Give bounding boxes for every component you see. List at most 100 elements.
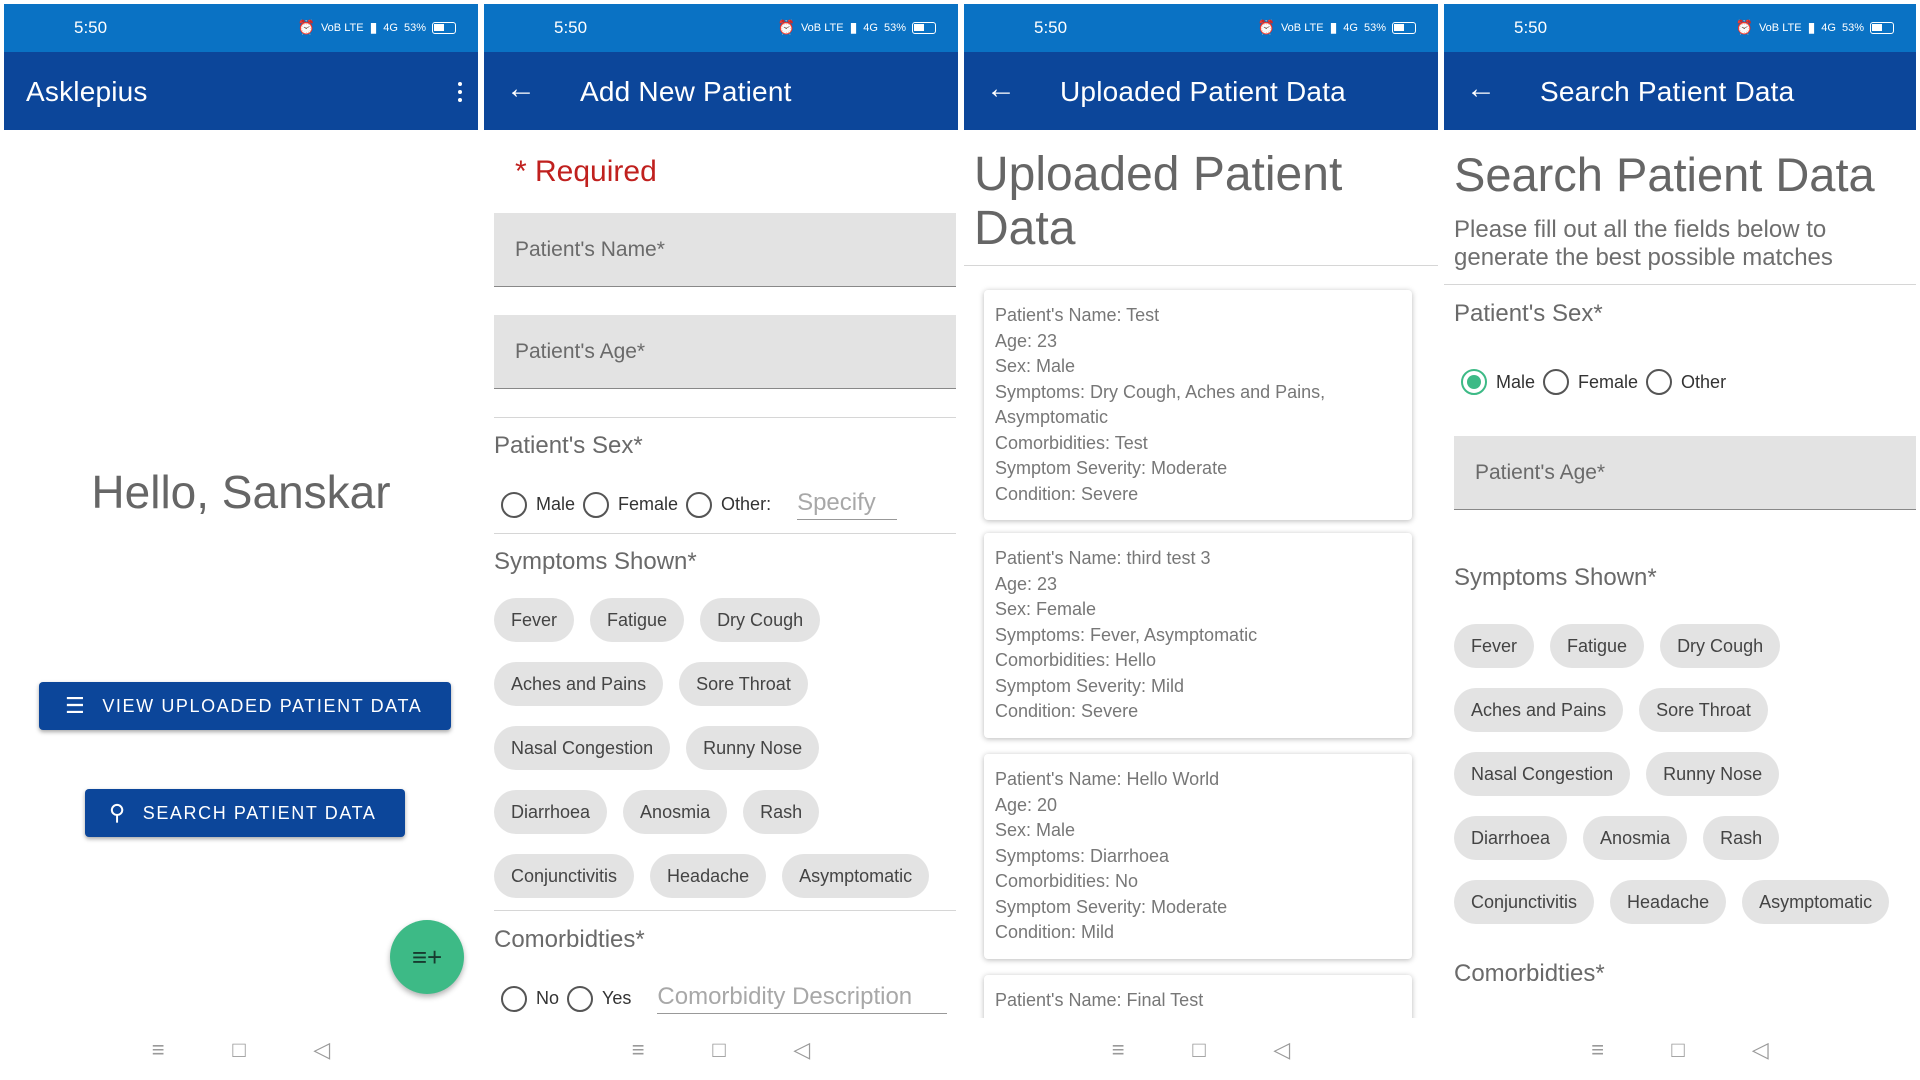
chip-row: Aches and Pains Sore Throat <box>494 662 954 706</box>
chip-row: Fever Fatigue Dry Cough <box>1454 624 1916 668</box>
chip-row: Nasal Congestion Runny Nose <box>1454 752 1916 796</box>
symptom-chip[interactable]: Dry Cough <box>1660 624 1781 668</box>
record-severity: Symptom Severity: Mild <box>995 675 1185 696</box>
symptom-chip[interactable]: Anosmia <box>623 790 728 834</box>
back-nav-icon[interactable]: ◁ <box>1752 1037 1769 1063</box>
symptom-chip[interactable]: Fever <box>1454 624 1535 668</box>
symptom-chip[interactable]: Rash <box>1703 816 1780 860</box>
symptom-chip[interactable]: Sore Throat <box>1639 688 1768 732</box>
symptom-chip[interactable]: Asymptomatic <box>1742 880 1890 924</box>
patient-record-card[interactable]: Patient's Name: third test 3 Age: 23 Sex… <box>984 533 1412 738</box>
back-arrow-icon[interactable]: ← <box>506 72 536 106</box>
signal-icon: ▮ <box>849 19 858 35</box>
network-4g-label: 4G <box>1821 21 1836 34</box>
view-uploaded-patient-data-button[interactable]: ☰ VIEW UPLOADED PATIENT DATA <box>39 682 451 730</box>
symptom-chip[interactable]: Diarrhoea <box>1454 816 1568 860</box>
sex-female-label: Female <box>1578 371 1639 392</box>
patient-age-field[interactable]: Patient's Age* <box>494 315 956 389</box>
sex-female-radio[interactable] <box>1543 369 1570 395</box>
required-note: * Required <box>515 155 657 188</box>
sex-female-radio[interactable] <box>583 491 610 518</box>
comorbidity-no-label: No <box>536 988 560 1008</box>
home-icon[interactable]: □ <box>232 1037 245 1063</box>
record-name: Patient's Name: Hello World <box>995 769 1220 789</box>
recents-icon[interactable]: ≡ <box>1591 1037 1604 1063</box>
symptom-chip[interactable]: Fatigue <box>1550 624 1645 668</box>
status-bar: 5:50 ⏰ VoB LTE ▮ 4G 53% <box>1444 4 1916 52</box>
chip-row: Conjunctivitis Headache Asymptomatic <box>494 854 954 898</box>
chip-row: Fever Fatigue Dry Cough <box>494 598 954 642</box>
patient-record-card[interactable]: Patient's Name: Hello World Age: 20 Sex:… <box>984 754 1412 959</box>
sex-specify-input[interactable]: Specify <box>797 489 898 520</box>
patient-name-field[interactable]: Patient's Name* <box>494 213 956 287</box>
alarm-icon: ⏰ <box>1735 19 1753 35</box>
sex-other-radio[interactable] <box>1646 369 1673 395</box>
record-comorbidities: Comorbidities: Test <box>995 432 1148 453</box>
record-comorbidities: Comorbidities: No <box>995 871 1139 891</box>
symptom-chip[interactable]: Runny Nose <box>1646 752 1780 796</box>
symptom-chip[interactable]: Aches and Pains <box>1454 688 1624 732</box>
home-icon[interactable]: □ <box>1192 1037 1205 1063</box>
patient-age-field[interactable]: Patient's Age* <box>1454 436 1916 510</box>
symptom-chip[interactable]: Asymptomatic <box>782 854 930 898</box>
symptom-chip[interactable]: Aches and Pains <box>494 662 664 706</box>
symptom-chip[interactable]: Fever <box>494 598 575 642</box>
system-nav-bar: ≡ □ ◁ <box>484 1020 958 1080</box>
add-patient-fab[interactable]: ≡+ <box>390 920 464 994</box>
view-button-label: VIEW UPLOADED PATIENT DATA <box>102 695 423 716</box>
home-icon[interactable]: □ <box>1671 1037 1684 1063</box>
symptom-chip[interactable]: Sore Throat <box>679 662 808 706</box>
heading-line: Uploaded Patient <box>974 148 1343 201</box>
symptom-chip[interactable]: Diarrhoea <box>494 790 608 834</box>
sex-male-radio[interactable] <box>1461 369 1487 395</box>
search-intro-text: Please fill out all the fields below to … <box>1454 216 1833 271</box>
overflow-menu-icon[interactable] <box>458 82 462 102</box>
back-arrow-icon[interactable]: ← <box>1466 72 1496 106</box>
recents-icon[interactable]: ≡ <box>632 1037 645 1063</box>
record-condition: Condition: Severe <box>995 483 1139 504</box>
app-bar: ← Add New Patient <box>484 52 958 130</box>
status-icons: ⏰ VoB LTE ▮ 4G 53% <box>1736 19 1894 36</box>
home-icon[interactable]: □ <box>712 1037 725 1063</box>
record-name: Patient's Name: third test 3 <box>995 548 1211 568</box>
back-nav-icon[interactable]: ◁ <box>1273 1037 1290 1063</box>
sex-male-radio[interactable] <box>501 491 527 518</box>
sex-other-radio[interactable] <box>686 491 713 518</box>
status-time: 5:50 <box>74 18 108 37</box>
comorbidity-no-radio[interactable] <box>501 985 527 1012</box>
heading-line: Data <box>974 202 1076 255</box>
app-title: Add New Patient <box>580 76 792 107</box>
alarm-icon: ⏰ <box>777 19 795 35</box>
search-patient-data-button[interactable]: ⚲ SEARCH PATIENT DATA <box>85 789 405 837</box>
symptom-chip[interactable]: Nasal Congestion <box>494 726 671 770</box>
symptom-chip[interactable]: Headache <box>650 854 767 898</box>
symptom-chip[interactable]: Runny Nose <box>686 726 820 770</box>
signal-icon: ▮ <box>1807 19 1816 35</box>
comorbidity-description-input[interactable]: Comorbidity Description <box>657 983 948 1014</box>
recents-icon[interactable]: ≡ <box>1112 1037 1125 1063</box>
comorbidity-yes-radio[interactable] <box>567 985 594 1012</box>
record-name: Patient's Name: Final Test <box>995 990 1204 1010</box>
sex-other-label: Other: <box>721 494 772 514</box>
back-nav-icon[interactable]: ◁ <box>313 1037 330 1063</box>
patient-record-card[interactable]: Patient's Name: Test Age: 23 Sex: Male S… <box>984 290 1412 520</box>
symptom-chip[interactable]: Dry Cough <box>700 598 821 642</box>
symptom-chip[interactable]: Anosmia <box>1583 816 1688 860</box>
alarm-icon: ⏰ <box>1257 19 1275 35</box>
back-nav-icon[interactable]: ◁ <box>793 1037 810 1063</box>
network-4g-label: 4G <box>1343 21 1358 34</box>
comorbidity-yes-label: Yes <box>602 988 632 1008</box>
app-bar: ← Search Patient Data <box>1444 52 1916 130</box>
recents-icon[interactable]: ≡ <box>152 1037 165 1063</box>
symptom-chip[interactable]: Nasal Congestion <box>1454 752 1631 796</box>
symptom-chip[interactable]: Conjunctivitis <box>1454 880 1595 924</box>
chip-row: Aches and Pains Sore Throat <box>1454 688 1916 732</box>
status-bar: 5:50 ⏰ VoB LTE ▮ 4G 53% <box>4 4 478 52</box>
symptom-chip[interactable]: Rash <box>743 790 820 834</box>
back-arrow-icon[interactable]: ← <box>986 72 1016 106</box>
symptom-chip[interactable]: Fatigue <box>590 598 685 642</box>
symptom-chip[interactable]: Conjunctivitis <box>494 854 635 898</box>
symptom-chip[interactable]: Headache <box>1610 880 1727 924</box>
system-nav-bar: ≡ □ ◁ <box>4 1020 478 1080</box>
status-bar: 5:50 ⏰ VoB LTE ▮ 4G 53% <box>964 4 1438 52</box>
